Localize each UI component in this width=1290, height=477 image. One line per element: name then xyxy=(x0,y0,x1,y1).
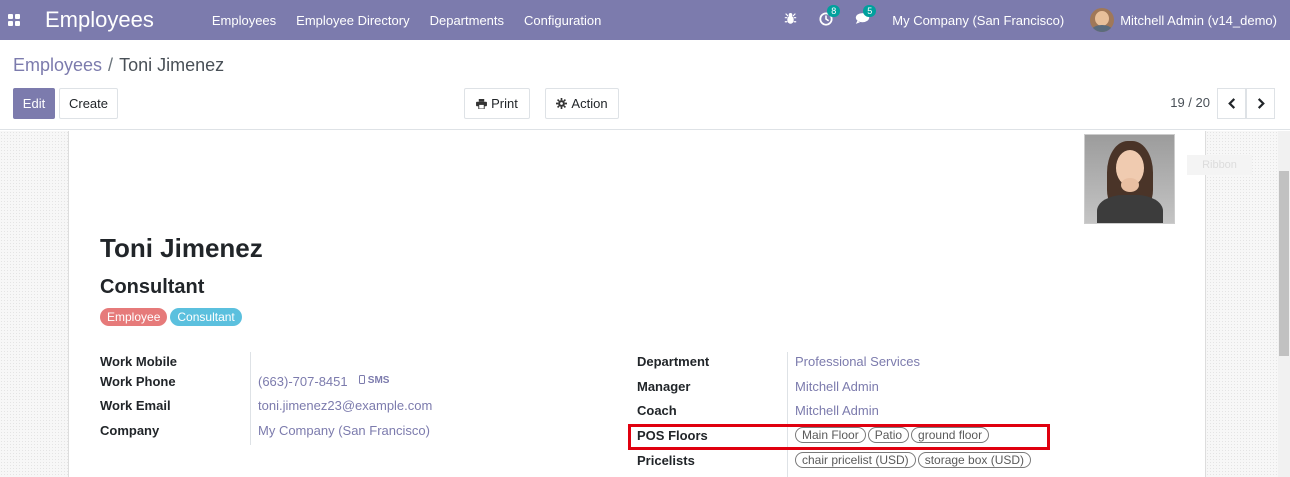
messaging-chat-icon[interactable]: 5 xyxy=(855,5,877,28)
chevron-left-icon xyxy=(1227,98,1235,109)
activity-count-badge: 8 xyxy=(827,4,841,17)
app-title[interactable]: Employees xyxy=(45,7,154,33)
form-view-background: Toni Jimenez Consultant Employee Consult… xyxy=(0,131,1290,477)
work-mobile-label: Work Mobile xyxy=(100,354,178,369)
debug-bug-icon[interactable] xyxy=(784,12,797,28)
employee-tags: Employee Consultant xyxy=(100,308,245,326)
user-menu[interactable]: Mitchell Admin (v14_demo) xyxy=(1120,13,1277,28)
breadcrumb-employees-link[interactable]: Employees xyxy=(13,55,102,75)
company-value[interactable]: My Company (San Francisco) xyxy=(258,423,430,438)
pager-previous-button[interactable] xyxy=(1217,88,1246,119)
menu-employee-directory[interactable]: Employee Directory xyxy=(296,13,409,28)
gear-icon xyxy=(556,98,568,109)
sms-label: SMS xyxy=(367,375,390,386)
edit-button-label: Edit xyxy=(22,96,46,111)
mobile-phone-icon xyxy=(359,375,365,384)
print-icon xyxy=(476,98,488,109)
pricelist-tag[interactable]: chair pricelist (USD) xyxy=(795,452,916,468)
message-count-badge: 5 xyxy=(863,5,877,17)
print-button-label: Print xyxy=(491,96,518,111)
manager-label: Manager xyxy=(637,379,691,394)
work-phone-value[interactable]: (663)-707-8451 xyxy=(258,374,348,389)
coach-value[interactable]: Mitchell Admin xyxy=(795,403,879,418)
pager-next-button[interactable] xyxy=(1246,88,1275,119)
right-group-divider xyxy=(787,352,788,477)
ribbon-label: Ribbon xyxy=(1187,155,1252,175)
pager-value[interactable]: 19 / 20 xyxy=(1170,95,1210,110)
sms-button[interactable]: SMS xyxy=(359,375,389,386)
chevron-right-icon xyxy=(1257,98,1265,109)
form-sheet: Toni Jimenez Consultant Employee Consult… xyxy=(68,131,1206,477)
user-avatar[interactable] xyxy=(1090,8,1115,32)
breadcrumb-current: Toni Jimenez xyxy=(119,55,225,75)
left-group-divider xyxy=(250,352,251,445)
tag-employee[interactable]: Employee xyxy=(100,308,168,326)
work-email-value[interactable]: toni.jimenez23@example.com xyxy=(258,398,432,413)
department-label: Department xyxy=(637,354,710,369)
pos-floors-highlight-box xyxy=(628,424,1050,450)
employee-name: Toni Jimenez xyxy=(100,233,263,263)
create-button[interactable]: Create xyxy=(59,88,118,119)
work-email-label: Work Email xyxy=(100,398,171,413)
pricelists-label: Pricelists xyxy=(637,453,695,468)
employee-job-title: Consultant xyxy=(100,276,205,298)
activity-clock-icon[interactable]: 8 xyxy=(819,4,841,29)
top-navbar: Employees Employees Employee Directory D… xyxy=(0,0,1290,40)
edit-button[interactable]: Edit xyxy=(13,88,55,119)
apps-menu-icon[interactable] xyxy=(2,0,26,40)
control-panel: Employees / Toni Jimenez Edit Create Print… xyxy=(0,40,1290,130)
menu-departments[interactable]: Departments xyxy=(430,13,504,28)
manager-value[interactable]: Mitchell Admin xyxy=(795,379,879,394)
scrollbar-thumb[interactable] xyxy=(1279,171,1289,356)
menu-configuration[interactable]: Configuration xyxy=(524,13,601,28)
coach-label: Coach xyxy=(637,403,677,418)
pricelist-tag[interactable]: storage box (USD) xyxy=(917,452,1032,468)
department-value[interactable]: Professional Services xyxy=(795,354,920,369)
work-phone-label: Work Phone xyxy=(100,374,176,389)
action-button[interactable]: Action xyxy=(545,88,619,119)
action-button-label: Action xyxy=(571,96,608,111)
print-button[interactable]: Print xyxy=(464,88,530,119)
tag-consultant[interactable]: Consultant xyxy=(170,308,242,326)
breadcrumb: Employees / Toni Jimenez xyxy=(13,55,224,76)
company-switcher[interactable]: My Company (San Francisco) xyxy=(892,13,1064,28)
company-label: Company xyxy=(100,423,160,438)
employee-photo[interactable] xyxy=(1084,134,1175,224)
pricelists-tags: chair pricelist (USD) storage box (USD) xyxy=(795,452,1033,468)
create-button-label: Create xyxy=(68,96,109,111)
vertical-scrollbar[interactable] xyxy=(1278,131,1290,477)
menu-employees[interactable]: Employees xyxy=(212,13,276,28)
breadcrumb-separator: / xyxy=(108,55,114,75)
